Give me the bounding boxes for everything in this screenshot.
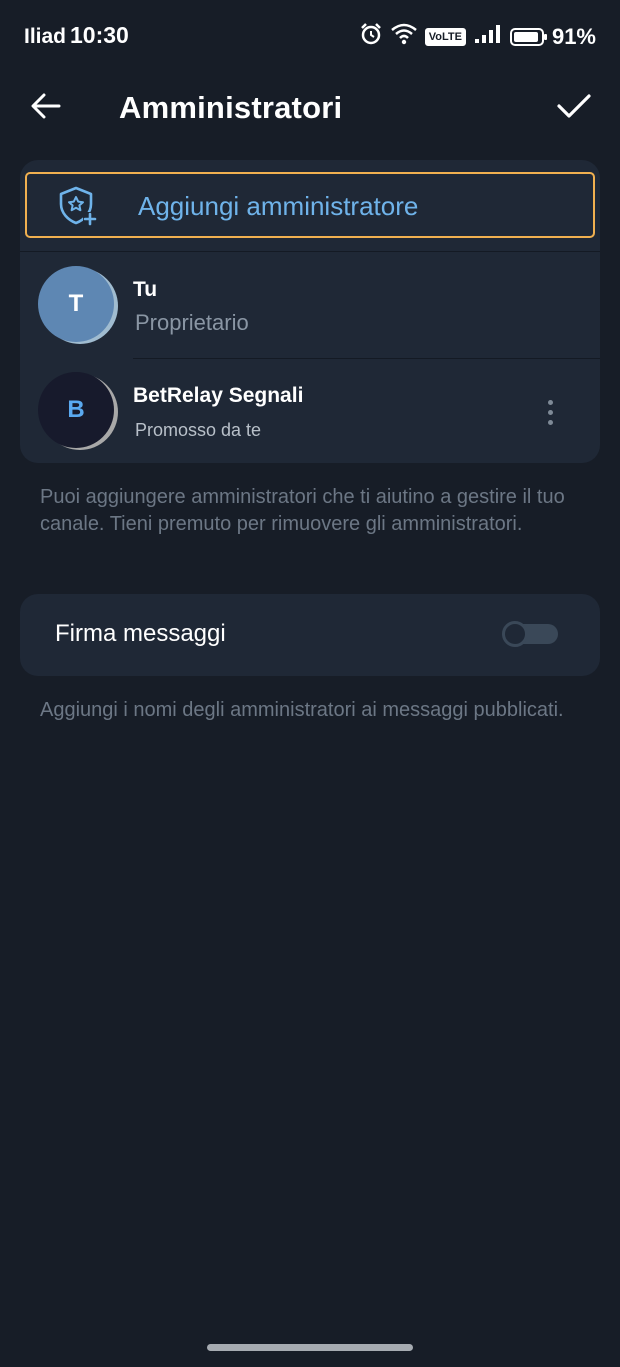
toggle-knob	[502, 621, 528, 647]
status-left: Iliad 10:30	[24, 22, 129, 49]
avatar: B	[38, 372, 114, 448]
sign-messages-toggle[interactable]	[502, 621, 558, 647]
app-header: Amministratori	[0, 72, 620, 144]
arrow-left-icon	[31, 93, 61, 124]
sign-messages-label: Firma messaggi	[55, 620, 226, 647]
battery-icon	[509, 28, 547, 46]
shield-star-add-icon	[57, 185, 99, 227]
status-bar: Iliad 10:30 VoLTE 91%	[0, 0, 620, 72]
admin-role: Promosso da te	[135, 420, 262, 440]
carrier-name: Iliad	[24, 25, 67, 48]
divider	[20, 251, 600, 252]
add-admin-button[interactable]: Aggiungi amministratore	[25, 172, 595, 238]
admin-row-bot[interactable]: B BetRelay Segnali Promosso da te	[20, 360, 600, 464]
alarm-icon	[359, 22, 383, 52]
sign-messages-hint: Aggiungi i nomi degli amministratori ai …	[40, 699, 564, 721]
status-time: 10:30	[70, 22, 129, 48]
wifi-icon	[390, 23, 417, 51]
admin-name: BetRelay Segnali	[133, 384, 304, 407]
admin-role: Proprietario	[135, 310, 249, 335]
more-options-button[interactable]	[538, 394, 562, 430]
confirm-button[interactable]	[552, 88, 596, 128]
status-right: VoLTE 91%	[359, 22, 596, 52]
more-vertical-icon	[547, 399, 553, 405]
battery-fill	[513, 32, 538, 42]
more-vertical-icon	[547, 419, 553, 425]
divider	[133, 358, 600, 359]
home-indicator[interactable]	[207, 1344, 413, 1351]
signal-icon	[474, 24, 502, 50]
sign-messages-row[interactable]: Firma messaggi	[20, 594, 600, 676]
add-admin-label: Aggiungi amministratore	[138, 191, 419, 221]
checkmark-icon	[557, 93, 591, 124]
admins-hint: Puoi aggiungere amministratori che ti ai…	[40, 486, 565, 535]
admins-card: Aggiungi amministratore T Tu Proprietari…	[20, 160, 600, 463]
admin-name: Tu	[133, 278, 158, 301]
more-vertical-icon	[547, 409, 553, 415]
page-title: Amministratori	[119, 90, 343, 125]
avatar: T	[38, 266, 114, 342]
volte-icon: VoLTE	[424, 28, 466, 46]
battery-percent: 91%	[551, 24, 596, 49]
admin-row-owner[interactable]: T Tu Proprietario	[20, 254, 600, 358]
back-button[interactable]	[26, 88, 66, 128]
